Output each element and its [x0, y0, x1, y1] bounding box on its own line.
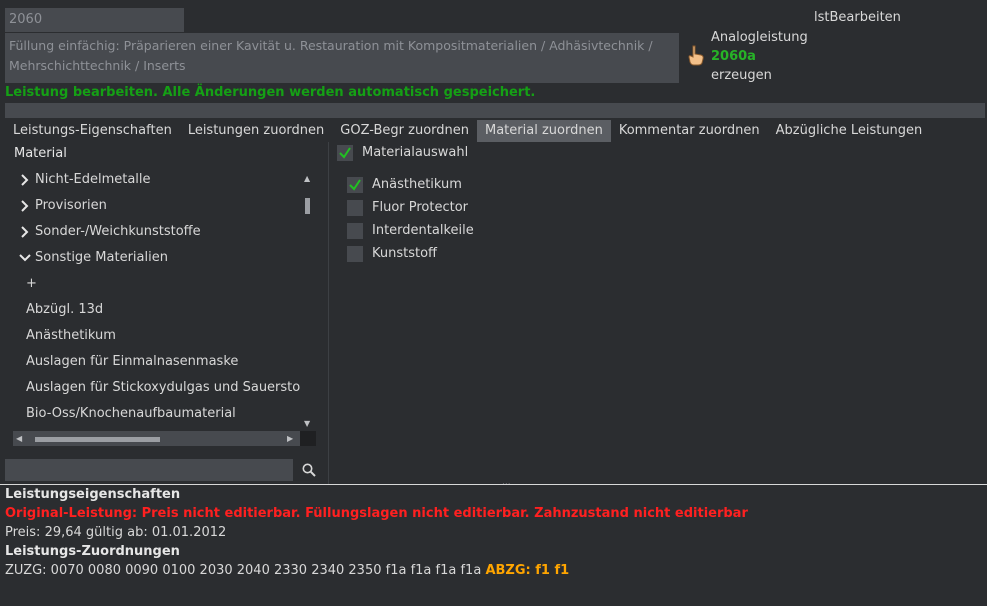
scroll-left-arrow-icon[interactable]: ◀ — [16, 434, 22, 443]
material-selection-label: Materialauswahl — [362, 145, 469, 160]
tab-leistungen-zuordnen[interactable]: Leistungen zuordnen — [180, 120, 332, 142]
material-panel-title: Material — [14, 146, 67, 161]
tree-node-nicht-edelmetalle[interactable]: Nicht-Edelmetalle — [5, 167, 300, 193]
material-search-input[interactable] — [5, 459, 293, 481]
scroll-right-arrow-icon[interactable]: ▶ — [287, 434, 293, 443]
checkbox-interdentalkeile[interactable] — [347, 223, 363, 239]
chevron-right-icon[interactable] — [19, 219, 31, 245]
tree-node-label: Sonstige Materialien — [35, 250, 168, 265]
status-bar — [5, 103, 985, 118]
tree-leaf-stickoxydulgas[interactable]: Auslagen für Stickoxydulgas und Sauersto… — [5, 375, 300, 401]
tab-goz-begr-zuordnen[interactable]: GOZ-Begr zuordnen — [332, 120, 477, 142]
tree-leaf-plus[interactable]: + — [5, 271, 300, 297]
tree-node-label: Provisorien — [35, 198, 107, 213]
tab-leistungs-eigenschaften[interactable]: Leistungs-Eigenschaften — [5, 120, 180, 142]
autosave-status: Leistung bearbeiten. Alle Änderungen wer… — [5, 85, 536, 100]
tree-leaf-anaesthetikum[interactable]: Anästhetikum — [5, 323, 300, 349]
checkbox-label-fluor-protector: Fluor Protector — [372, 200, 469, 215]
analog-suffix: erzeugen — [711, 68, 772, 83]
chevron-right-icon[interactable] — [19, 193, 31, 219]
tab-material-zuordnen[interactable]: Material zuordnen — [477, 120, 611, 142]
service-description-field[interactable]: Füllung einfächig: Präparieren einer Kav… — [5, 33, 679, 83]
scroll-down-arrow-icon[interactable]: ▼ — [304, 419, 310, 428]
original-service-warning: Original-Leistung: Preis nicht editierba… — [5, 506, 748, 521]
tree-node-provisorien[interactable]: Provisorien — [5, 193, 300, 219]
checkbox-label-kunststoff: Kunststoff — [372, 246, 438, 261]
checkbox-kunststoff[interactable] — [347, 246, 363, 262]
tree-leaf-bio-oss[interactable]: Bio-Oss/Knochenaufbaumaterial — [5, 401, 300, 427]
tree-node-sonstige-materialien[interactable]: Sonstige Materialien — [5, 245, 300, 271]
price-info: Preis: 29,64 gültig ab: 01.01.2012 — [5, 525, 227, 540]
analog-code[interactable]: 2060a — [711, 47, 808, 66]
analog-label: Analogleistung — [711, 30, 808, 45]
chevron-right-icon[interactable] — [19, 167, 31, 193]
tree-node-sonder-weichkunststoffe[interactable]: Sonder-/Weichkunststoffe — [5, 219, 300, 245]
chevron-down-icon[interactable] — [19, 245, 31, 271]
checkbox-label-anaesthetikum: Anästhetikum — [372, 177, 462, 192]
checkbox-fluor-protector[interactable] — [347, 200, 363, 216]
tree-leaf-einmalnasenmaske[interactable]: Auslagen für Einmalnasenmaske — [5, 349, 300, 375]
tree-leaf-abzuegl-13d[interactable]: Abzügl. 13d — [5, 297, 300, 323]
assignments-line: ZUZG: 0070 0080 0090 0100 2030 2040 2330… — [5, 561, 569, 580]
create-analog-service-link[interactable]: Analogleistung 2060a erzeugen — [711, 28, 808, 85]
magnifier-icon[interactable] — [301, 462, 317, 478]
pointing-hand-icon[interactable] — [686, 44, 706, 66]
material-tree: Nicht-Edelmetalle Provisorien Sonder-/We… — [5, 167, 300, 430]
tab-bar: Leistungs-Eigenschaften Leistungen zuord… — [5, 120, 930, 142]
checkmark-icon — [349, 179, 361, 191]
tab-abzuegliche-leistungen[interactable]: Abzügliche Leistungen — [768, 120, 931, 142]
service-code-field[interactable]: 2060 — [5, 8, 184, 32]
select-all-checkbox[interactable] — [337, 145, 353, 161]
zuzg-codes: ZUZG: 0070 0080 0090 0100 2030 2040 2330… — [5, 563, 482, 578]
checkmark-icon — [339, 147, 351, 159]
tree-node-label: Nicht-Edelmetalle — [35, 172, 151, 187]
vertical-scroll-thumb[interactable] — [305, 198, 310, 214]
abzg-codes: ABZG: f1 f1 — [485, 563, 570, 578]
scrollbar-corner — [300, 431, 316, 446]
horizontal-scroll-thumb[interactable] — [35, 437, 160, 442]
properties-heading: Leistungseigenschaften — [5, 487, 181, 502]
splitter-grip-icon[interactable]: ··· — [502, 480, 511, 490]
scroll-up-arrow-icon[interactable]: ▲ — [304, 174, 310, 183]
tree-node-label: Sonder-/Weichkunststoffe — [35, 224, 201, 239]
checkbox-label-interdentalkeile: Interdentalkeile — [372, 223, 474, 238]
checkbox-anaesthetikum[interactable] — [347, 177, 363, 193]
assignments-heading: Leistungs-Zuordnungen — [5, 544, 180, 559]
panel-divider[interactable] — [328, 142, 329, 484]
tab-kommentar-zuordnen[interactable]: Kommentar zuordnen — [611, 120, 768, 142]
list-edit-label: lstBearbeiten — [814, 10, 901, 25]
